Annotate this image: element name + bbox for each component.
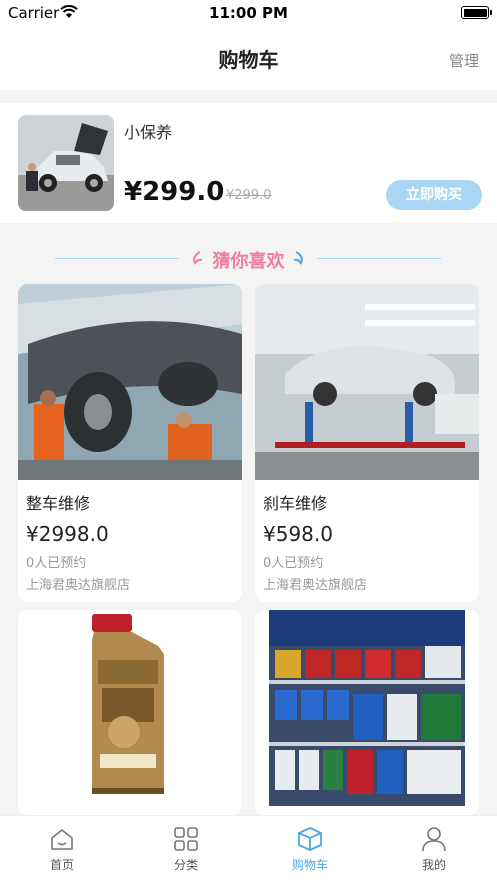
product-price: ¥598.0 (263, 522, 333, 546)
recommend-header: 猜你喜欢 (0, 244, 497, 274)
category-grid-icon (174, 827, 198, 851)
tab-home[interactable]: 首页 (0, 816, 124, 883)
tab-category[interactable]: 分类 (124, 816, 248, 883)
product-name: 刹车维修 (263, 494, 328, 513)
battery-icon (461, 6, 492, 19)
product-store: 上海君奥达旗舰店 (26, 578, 131, 593)
tab-bar: 首页 分类 购物车 我的 (0, 815, 497, 883)
leaf-ornament-icon (293, 251, 303, 265)
product-image (18, 284, 242, 480)
tab-cart[interactable]: 购物车 (248, 816, 372, 883)
tab-label: 我的 (421, 858, 446, 872)
user-icon (422, 827, 446, 852)
tab-label: 首页 (49, 858, 74, 872)
tab-mine[interactable]: 我的 (372, 816, 496, 883)
product-card[interactable] (18, 610, 242, 815)
tab-label: 分类 (173, 858, 198, 872)
tab-label: 购物车 (291, 858, 328, 872)
cart-item-original-price: ¥299.0 (226, 188, 272, 203)
product-card[interactable] (255, 610, 479, 815)
product-price: ¥2998.0 (26, 522, 109, 546)
manage-button[interactable]: 管理 (449, 50, 479, 71)
product-image (255, 284, 479, 480)
cart-box-icon (298, 827, 322, 851)
product-card[interactable]: 整车维修 ¥2998.0 0人已预约 上海君奥达旗舰店 (18, 284, 242, 602)
status-bar: Carrier 11:00 PM (0, 0, 497, 26)
nav-bar: 购物车 管理 (0, 26, 497, 90)
product-image (255, 610, 479, 806)
clock: 11:00 PM (209, 4, 288, 22)
cart-item-price: ¥299.0 (124, 177, 225, 207)
product-name: 整车维修 (26, 494, 91, 513)
product-image (18, 610, 242, 806)
recommend-title: 猜你喜欢 (212, 251, 285, 272)
product-card[interactable]: 刹车维修 ¥598.0 0人已预约 上海君奥达旗舰店 (255, 284, 479, 602)
divider-line (317, 258, 441, 259)
product-booked-count: 0人已预约 (263, 556, 324, 571)
product-store: 上海君奥达旗舰店 (263, 578, 368, 593)
buy-now-button[interactable]: 立即购买 (386, 180, 482, 210)
cart-item-thumbnail (18, 115, 114, 211)
cart-item[interactable]: 小保养 ¥299.0 ¥299.0 立即购买 (0, 103, 497, 223)
cart-item-name: 小保养 (124, 123, 173, 142)
product-booked-count: 0人已预约 (26, 556, 87, 571)
page-title: 购物车 (218, 48, 279, 72)
home-icon (51, 828, 73, 850)
